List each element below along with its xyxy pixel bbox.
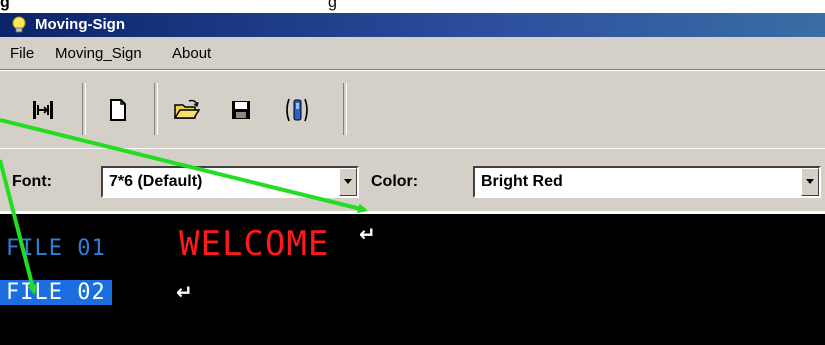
chevron-down-icon	[806, 179, 814, 184]
toolbar-separator	[82, 83, 86, 135]
welcome-message-text[interactable]: WELCOME	[179, 224, 329, 264]
connect-icon	[33, 101, 53, 119]
font-dropdown-button[interactable]	[339, 168, 357, 196]
caption-bold-text: g	[0, 0, 10, 11]
color-select[interactable]: Bright Red	[473, 166, 821, 198]
caption-tail-text: g	[328, 0, 337, 11]
menu-bar: File Moving_Sign About	[0, 37, 825, 70]
return-mark-icon: ↵	[176, 280, 193, 304]
toolbar	[0, 70, 825, 149]
file-01-label[interactable]: FILE 01	[6, 236, 106, 261]
title-bar[interactable]: Moving-Sign	[0, 13, 825, 37]
font-color-bar: Font: 7*6 (Default) Color: Bright Red	[0, 148, 825, 211]
menu-file[interactable]: File	[10, 45, 34, 62]
new-file-button[interactable]	[101, 93, 135, 127]
font-select-value: 7*6 (Default)	[109, 173, 203, 190]
window-title: Moving-Sign	[35, 16, 125, 33]
open-button[interactable]	[170, 93, 204, 127]
return-mark-icon: ↵	[359, 222, 376, 246]
lightbulb-icon	[12, 16, 26, 33]
save-disk-icon	[232, 101, 250, 119]
font-select[interactable]: 7*6 (Default)	[101, 166, 359, 198]
connect-button[interactable]	[26, 93, 60, 127]
send-button[interactable]	[280, 93, 314, 127]
color-select-value: Bright Red	[481, 173, 563, 190]
menu-moving-sign[interactable]: Moving_Sign	[55, 45, 142, 62]
new-file-icon	[110, 99, 126, 121]
file-02-label-selected[interactable]: FILE 02	[0, 280, 112, 305]
save-button[interactable]	[224, 93, 258, 127]
toolbar-separator	[343, 83, 347, 135]
open-folder-icon	[173, 99, 201, 119]
chevron-down-icon	[344, 179, 352, 184]
menu-about[interactable]: About	[172, 45, 211, 62]
toolbar-separator	[154, 83, 158, 135]
color-dropdown-button[interactable]	[801, 168, 819, 196]
color-label: Color:	[371, 173, 419, 190]
send-sign-icon	[286, 98, 308, 122]
sign-editor[interactable]: FILE 01 FILE 02 WELCOME ↵ ↵	[0, 214, 825, 345]
caption-strip: g g	[0, 0, 825, 13]
font-label: Font:	[12, 173, 52, 190]
